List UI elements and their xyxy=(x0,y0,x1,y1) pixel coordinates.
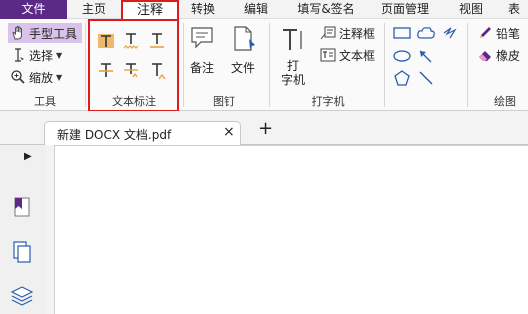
note-icon xyxy=(191,27,213,49)
cloud-icon[interactable] xyxy=(416,25,436,41)
expand-panel-icon[interactable]: ▶ xyxy=(24,151,32,162)
left-navigation-panel: ▶ xyxy=(0,145,46,314)
pencil-button[interactable]: 铅笔 xyxy=(477,23,528,43)
menu-comment[interactable]: 注释 xyxy=(121,0,179,20)
textbox-icon xyxy=(320,48,336,62)
replace-text-icon[interactable] xyxy=(121,61,141,81)
eraser-button[interactable]: 橡皮 xyxy=(477,45,528,65)
callout-button[interactable]: 注释框 xyxy=(320,23,380,43)
page-thumbnails-icon[interactable] xyxy=(10,240,34,264)
menu-edit[interactable]: 编辑 xyxy=(232,0,280,19)
attach-file-button[interactable]: 文件 xyxy=(226,25,260,76)
squiggly-underline-icon[interactable] xyxy=(121,31,141,51)
arrow-icon[interactable] xyxy=(416,48,436,64)
note-button[interactable]: 备注 xyxy=(187,25,217,76)
menu-home[interactable]: 主页 xyxy=(67,0,121,19)
polyline-icon[interactable] xyxy=(441,25,461,41)
select-label: 选择 xyxy=(29,48,54,63)
app-window: 文件 主页 注释 转换 编辑 填写&签名 页面管理 视图 表 手型工具 选择 ▼… xyxy=(0,0,528,314)
document-tab-title: 新建 DOCX 文档.pdf xyxy=(57,128,172,142)
chevron-down-icon: ▼ xyxy=(56,72,63,82)
typewriter-label-line2: 字机 xyxy=(280,73,305,87)
document-canvas[interactable] xyxy=(54,145,528,314)
ribbon-separator xyxy=(269,23,270,107)
zoom-button[interactable]: 缩放 ▼ xyxy=(10,67,80,87)
line-icon[interactable] xyxy=(416,69,436,87)
menu-file[interactable]: 文件 xyxy=(0,0,67,19)
eraser-label: 橡皮 xyxy=(496,48,521,63)
underline-icon[interactable] xyxy=(147,31,167,51)
ribbon-separator xyxy=(467,23,468,107)
hand-tool-label: 手型工具 xyxy=(29,26,78,41)
magnifier-icon xyxy=(11,70,25,84)
file-attachment-icon xyxy=(234,26,255,51)
textbox-button[interactable]: 文本框 xyxy=(320,45,380,65)
layers-icon[interactable] xyxy=(10,283,34,307)
file-label: 文件 xyxy=(230,61,255,75)
menu-table[interactable]: 表 xyxy=(500,0,528,19)
bookmark-icon[interactable] xyxy=(10,195,34,219)
eraser-icon xyxy=(479,51,491,61)
polygon-icon[interactable] xyxy=(392,69,412,87)
ribbon: 手型工具 选择 ▼ 缩放 ▼ 工具 文本标注 备注 文件 图钉 打 字机 注释框… xyxy=(0,19,528,112)
document-tab[interactable]: 新建 DOCX 文档.pdf × xyxy=(44,121,241,145)
group-label-text-markup: 文本标注 xyxy=(112,95,156,108)
hand-tool-button[interactable]: 手型工具 xyxy=(8,23,82,43)
pencil-icon xyxy=(480,27,491,38)
group-label-pin: 图钉 xyxy=(213,95,235,108)
menu-view[interactable]: 视图 xyxy=(449,0,493,19)
rectangle-icon[interactable] xyxy=(392,25,412,41)
typewriter-icon xyxy=(283,29,302,50)
menu-convert[interactable]: 转换 xyxy=(179,0,227,19)
ribbon-separator xyxy=(183,23,184,107)
textbox-label: 文本框 xyxy=(339,48,376,63)
insert-text-icon[interactable] xyxy=(147,61,167,81)
typewriter-button[interactable]: 打 字机 xyxy=(276,27,310,87)
text-cursor-icon xyxy=(15,48,24,62)
ribbon-separator xyxy=(85,23,86,107)
ribbon-separator xyxy=(384,23,385,107)
group-label-tools: 工具 xyxy=(34,95,56,108)
callout-icon xyxy=(320,26,336,40)
menu-bar: 文件 主页 注释 转换 编辑 填写&签名 页面管理 视图 表 xyxy=(0,0,528,20)
new-tab-button[interactable]: + xyxy=(258,119,273,139)
note-label: 备注 xyxy=(189,61,214,75)
hand-icon xyxy=(12,26,22,40)
close-icon[interactable]: × xyxy=(223,124,235,140)
highlight-text-icon[interactable] xyxy=(96,31,116,51)
typewriter-label-line1: 打 xyxy=(286,59,299,73)
group-label-drawing: 绘图 xyxy=(494,95,516,108)
callout-label: 注释框 xyxy=(339,26,376,41)
pencil-label: 铅笔 xyxy=(496,26,521,41)
menu-page-management[interactable]: 页面管理 xyxy=(370,0,440,19)
zoom-label: 缩放 xyxy=(29,70,54,85)
chevron-down-icon: ▼ xyxy=(56,50,63,60)
strikeout-icon[interactable] xyxy=(96,61,116,81)
ellipse-icon[interactable] xyxy=(392,48,412,64)
select-button[interactable]: 选择 ▼ xyxy=(10,45,80,65)
group-label-typewriter: 打字机 xyxy=(311,95,345,108)
menu-fill-sign[interactable]: 填写&签名 xyxy=(290,0,362,19)
